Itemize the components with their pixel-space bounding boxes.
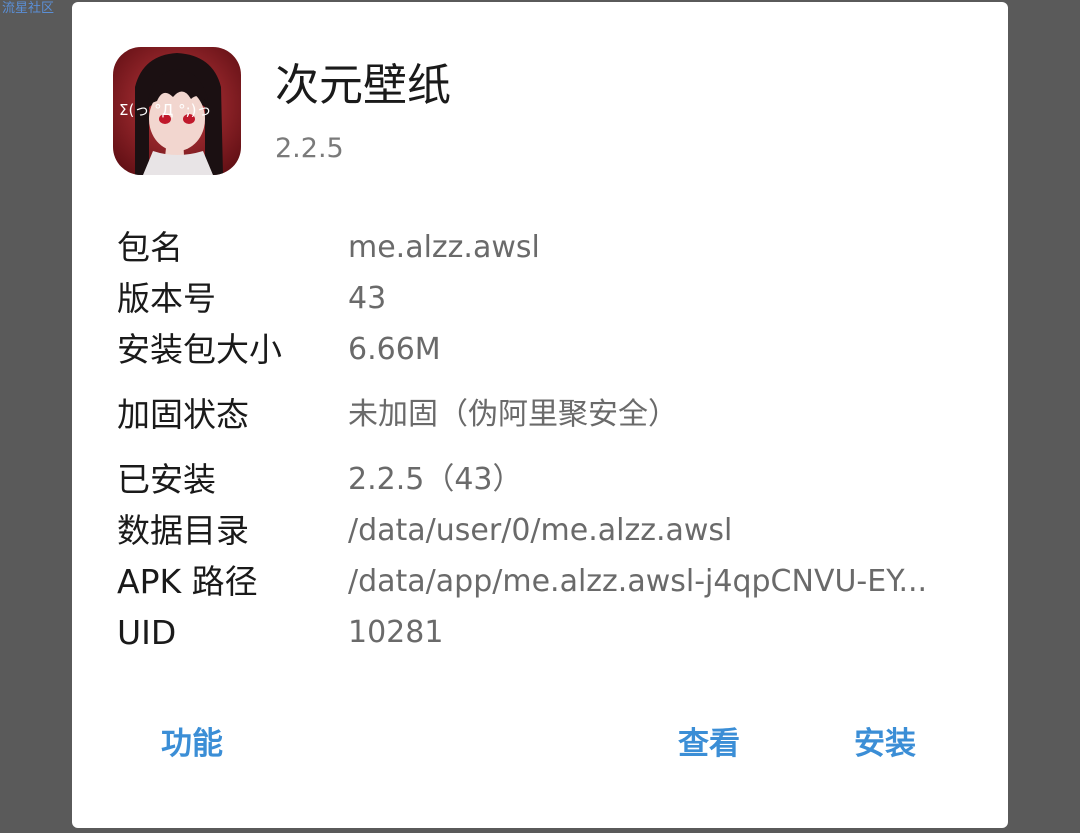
info-label: APK 路径 [117,562,258,601]
info-value: /data/user/0/me.alzz.awsl [348,513,733,548]
info-label: 安装包大小 [117,330,282,369]
features-button[interactable]: 功能 [161,724,223,764]
info-value: 43 [348,281,387,316]
info-value: 10281 [348,615,444,650]
info-value: 2.2.5（43） [348,462,523,497]
watermark: 流星社区 [2,1,55,16]
app-version: 2.2.5 [275,133,344,164]
info-row-apk-path: APK 路径 /data/app/me.alzz.awsl-j4qpCNVU-E… [117,562,967,606]
info-row-apk-size: 安装包大小 6.66M [117,330,967,374]
info-row-installed: 已安装 2.2.5（43） [117,460,967,504]
view-button[interactable]: 查看 [678,724,740,764]
info-label: 版本号 [117,279,216,318]
info-row-hardening-status: 加固状态 未加固（伪阿里聚安全） [117,395,967,439]
info-label: 已安装 [117,460,216,499]
info-label: 包名 [117,228,183,267]
info-label: 数据目录 [117,511,249,550]
icon-kaomoji: Σ(っ °Д °;)っ [119,101,212,119]
info-value: me.alzz.awsl [348,230,540,265]
info-value: /data/app/me.alzz.awsl-j4qpCNVU-EY... [348,564,928,599]
info-row-package: 包名 me.alzz.awsl [117,228,967,272]
info-label: 加固状态 [117,395,249,434]
info-value: 6.66M [348,332,441,367]
apk-info-dialog: Σ(っ °Д °;)っ 次元壁纸 2.2.5 包名 me.alzz.awsl 版… [72,2,1008,828]
info-value: 未加固（伪阿里聚安全） [348,397,678,432]
info-row-uid: UID 10281 [117,613,967,657]
app-icon: Σ(っ °Д °;)っ [113,47,241,175]
info-row-version-code: 版本号 43 [117,279,967,323]
info-label: UID [117,613,177,652]
install-button[interactable]: 安装 [854,724,916,764]
info-row-data-dir: 数据目录 /data/user/0/me.alzz.awsl [117,511,967,555]
app-name: 次元壁纸 [275,60,451,111]
